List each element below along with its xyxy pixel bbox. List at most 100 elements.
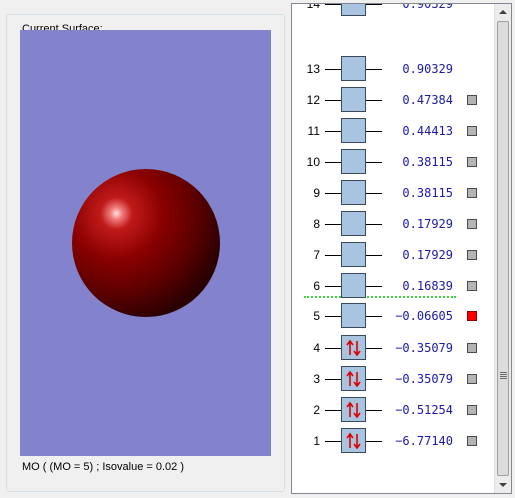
orbital-row[interactable]: 2 −0.51254 [292,397,495,423]
orbital-row[interactable]: 4 −0.35079 [292,335,495,361]
orbital-level-box[interactable] [341,149,366,174]
orbital-connector [325,410,341,411]
orbital-index: 8 [313,217,320,231]
orbital-connector [366,4,382,5]
orbital-level-box[interactable] [341,4,366,16]
orbital-connector [366,348,382,349]
orbital-connector [366,69,382,70]
orbital-select-toggle[interactable] [467,436,477,446]
scroll-up-button[interactable] [495,4,511,20]
orbital-energy: 0.38115 [402,155,453,169]
orbital-connector [366,441,382,442]
orbital-index: 7 [313,248,320,262]
orbital-energy: 0.17929 [402,217,453,231]
orbital-select-toggle-active[interactable] [467,311,477,321]
orbital-row[interactable]: 11 0.44413 [292,118,495,144]
orbital-level-box[interactable] [341,273,366,298]
orbital-select-toggle[interactable] [467,219,477,229]
orbital-index: 10 [306,155,320,169]
orbital-row[interactable]: 3 −0.35079 [292,366,495,392]
orbital-level-box[interactable] [341,180,366,205]
orbital-select-toggle[interactable] [467,250,477,260]
orbital-energy: 0.38115 [402,186,453,200]
orbital-row[interactable]: 8 0.17929 [292,211,495,237]
orbital-level-box[interactable] [341,303,366,328]
orbital-level-box[interactable] [341,428,366,453]
orbital-level-box[interactable] [341,242,366,267]
orbital-connector [325,193,341,194]
triangle-down-icon [499,483,507,487]
orbital-connector [366,379,382,380]
orbital-connector [325,379,341,380]
surface-caption: MO ( (MO = 5) ; Isovalue = 0.02 ) [22,461,184,473]
orbital-level-box[interactable] [341,335,366,360]
orbital-index: 11 [307,124,320,138]
orbital-energy: 0.16839 [402,279,453,293]
orbital-connector [366,224,382,225]
orbital-connector [325,441,341,442]
orbital-row[interactable]: 7 0.17929 [292,242,495,268]
orbital-level-box[interactable] [341,87,366,112]
orbital-isosurface [72,169,220,317]
orbital-select-toggle[interactable] [467,343,477,353]
thumb-grip [500,378,507,379]
orbital-row[interactable]: 10 0.38115 [292,149,495,175]
orbital-row[interactable]: 14 0.90329 [292,3,495,17]
orbital-energy: 0.90329 [402,3,453,11]
orbital-select-toggle[interactable] [467,157,477,167]
electron-pair-arrows-icon [346,370,361,388]
orbital-energy: −0.35079 [395,341,453,355]
orbital-connector [325,69,341,70]
orbital-row[interactable]: 12 0.47384 [292,87,495,113]
orbital-connector [325,162,341,163]
vertical-scrollbar[interactable] [494,4,511,493]
orbital-connector [325,255,341,256]
scroll-down-button[interactable] [495,477,511,493]
orbital-row[interactable]: 1 −6.77140 [292,428,495,454]
orbital-energy: −0.51254 [395,403,453,417]
orbital-index: 1 [313,434,320,448]
orbital-connector [366,100,382,101]
thumb-grip [500,372,507,373]
orbital-list: 14 0.90329 13 0.90329 12 0.47384 11 0.44413 10 0.… [292,4,495,493]
orbital-select-toggle[interactable] [467,281,477,291]
orbital-select-toggle[interactable] [467,95,477,105]
orbital-row[interactable]: 5 −0.06605 [292,303,495,329]
scrollbar-thumb[interactable] [497,21,509,476]
electron-pair-arrows-icon [346,339,361,357]
orbital-index: 9 [313,186,320,200]
orbital-connector [366,316,382,317]
orbital-energy: 0.47384 [402,93,453,107]
orbital-index: 6 [313,279,320,293]
orbital-connector [325,131,341,132]
triangle-up-icon [499,10,507,14]
orbital-level-box[interactable] [341,118,366,143]
orbital-index: 14 [306,3,320,11]
orbital-select-toggle[interactable] [467,405,477,415]
orbital-connector [366,286,382,287]
orbital-level-box[interactable] [341,397,366,422]
orbital-connector [325,316,341,317]
orbital-connector [325,286,341,287]
thumb-grip [500,376,507,377]
orbital-index: 2 [313,403,320,417]
surface-viewport[interactable] [20,30,271,456]
orbital-energy: 0.90329 [402,62,453,76]
orbital-connector [366,410,382,411]
orbital-select-toggle[interactable] [467,188,477,198]
orbital-connector [325,100,341,101]
orbital-select-toggle[interactable] [467,374,477,384]
orbital-row[interactable]: 13 0.90329 [292,56,495,82]
orbital-level-box[interactable] [341,211,366,236]
orbital-row[interactable]: 9 0.38115 [292,180,495,206]
orbital-index: 3 [313,372,320,386]
orbital-connector [325,348,341,349]
orbital-energy: 0.44413 [402,124,453,138]
electron-pair-arrows-icon [346,401,361,419]
orbital-row[interactable]: 6 0.16839 [292,273,495,299]
orbital-select-toggle[interactable] [467,126,477,136]
electron-pair-arrows-icon [346,432,361,450]
orbital-level-box[interactable] [341,366,366,391]
orbital-level-box[interactable] [341,56,366,81]
orbital-index: 4 [313,341,320,355]
